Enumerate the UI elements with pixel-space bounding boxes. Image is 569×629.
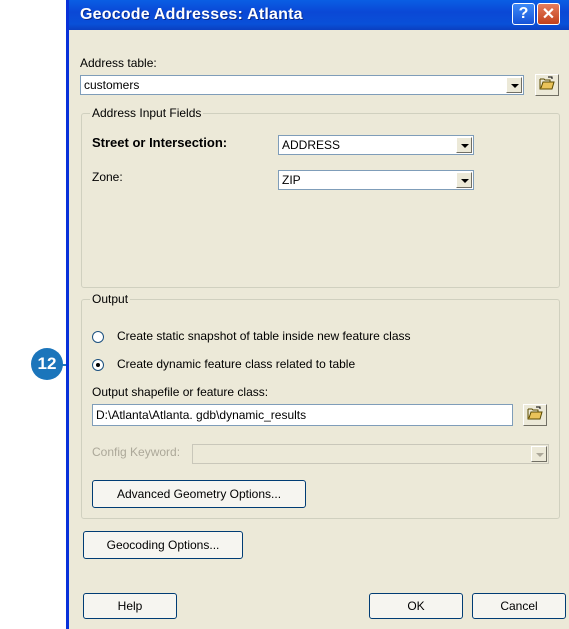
address-table-combo[interactable]: customers	[80, 75, 524, 95]
radio-static-snapshot[interactable]	[92, 331, 104, 343]
address-table-label: Address table:	[80, 56, 157, 70]
address-input-fields-title: Address Input Fields	[90, 106, 204, 120]
output-browse-button[interactable]	[523, 404, 547, 426]
output-title: Output	[90, 292, 131, 306]
address-table-browse-button[interactable]	[535, 74, 559, 96]
radio-static-label[interactable]: Create static snapshot of table inside n…	[117, 329, 411, 343]
zone-value: ZIP	[282, 173, 301, 187]
config-keyword-label: Config Keyword:	[92, 445, 181, 459]
chevron-down-icon	[531, 446, 547, 462]
ok-button[interactable]: OK	[369, 593, 463, 619]
street-label: Street or Intersection:	[92, 135, 228, 150]
cancel-button[interactable]: Cancel	[472, 593, 566, 619]
folder-open-icon	[539, 76, 555, 95]
output-shapefile-input[interactable]: D:\Atlanta\Atlanta. gdb\dynamic_results	[92, 404, 513, 426]
close-button[interactable]: ✕	[537, 3, 560, 25]
config-keyword-combo	[192, 444, 549, 464]
output-group: Output Create static snapshot of table i…	[81, 292, 560, 519]
radio-dynamic-label[interactable]: Create dynamic feature class related to …	[117, 357, 355, 371]
output-shapefile-value: D:\Atlanta\Atlanta. gdb\dynamic_results	[96, 408, 307, 422]
geocoding-options-button[interactable]: Geocoding Options...	[83, 531, 243, 559]
radio-dynamic-feature-class[interactable]	[92, 359, 104, 371]
zone-combo[interactable]: ZIP	[278, 170, 474, 190]
zone-label: Zone:	[92, 170, 123, 184]
chevron-down-icon[interactable]	[506, 77, 522, 93]
output-shapefile-label: Output shapefile or feature class:	[92, 385, 269, 399]
folder-open-icon	[527, 406, 543, 425]
advanced-geometry-button[interactable]: Advanced Geometry Options...	[92, 480, 306, 508]
street-combo[interactable]: ADDRESS	[278, 135, 474, 155]
chevron-down-icon[interactable]	[456, 172, 472, 188]
geocode-dialog: Geocode Addresses: Atlanta ? ✕ Address t…	[66, 0, 569, 629]
title-bar[interactable]: Geocode Addresses: Atlanta ? ✕	[69, 0, 569, 30]
help-button[interactable]: ?	[512, 3, 535, 25]
street-value: ADDRESS	[282, 138, 341, 152]
window-title: Geocode Addresses: Atlanta	[80, 6, 303, 23]
address-input-fields-group: Address Input Fields Street or Intersect…	[81, 106, 560, 288]
help-footer-button[interactable]: Help	[83, 593, 177, 619]
callout-badge: 12	[31, 348, 63, 380]
address-table-value: customers	[84, 78, 140, 92]
chevron-down-icon[interactable]	[456, 137, 472, 153]
